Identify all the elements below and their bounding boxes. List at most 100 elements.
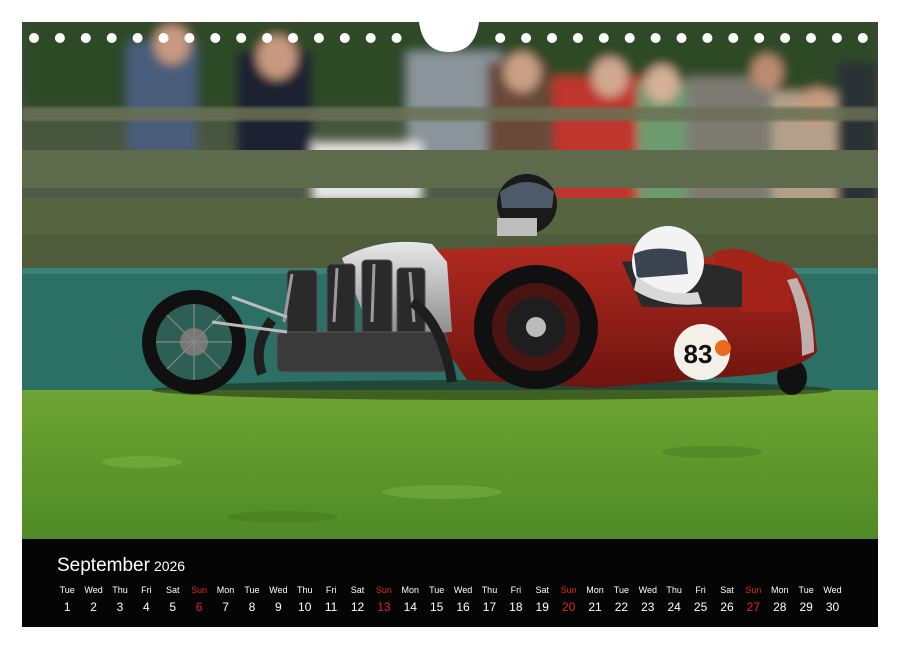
binding-hole [106, 33, 117, 43]
day-number: 21 [588, 600, 602, 614]
binding-hole [262, 33, 273, 43]
binding-hole [495, 33, 506, 43]
day-cell: Mon 14 [397, 583, 423, 623]
day-cell: Tue 29 [793, 583, 819, 623]
day-number: 6 [195, 600, 203, 614]
binding-hole [831, 33, 842, 43]
binding-hole [210, 33, 221, 43]
day-number: 2 [90, 600, 97, 614]
day-cell: Fri 18 [503, 583, 529, 623]
binding-hole [365, 33, 376, 43]
binding-hole [624, 33, 635, 43]
weekday-label: Tue [613, 585, 629, 595]
binding-hole [702, 33, 713, 43]
day-number: 4 [143, 600, 150, 614]
weekday-label: Thu [296, 585, 313, 595]
binding-hole [806, 33, 816, 43]
weekday-label: Fri [510, 585, 522, 595]
binding-hole [132, 33, 143, 43]
binding-hole [54, 33, 65, 43]
binding-hole [80, 33, 91, 43]
day-number: 18 [509, 600, 523, 614]
day-cell: Wed 23 [635, 583, 661, 623]
day-grid: Tue 1 Wed 2 Thu 3 Fri 4 Sat 5 Sun 6 Mon 7 Tue 8 Wed 9 Thu 1… [54, 583, 860, 623]
day-cell: Sun 20 [555, 583, 581, 623]
day-number: 29 [799, 600, 813, 614]
binding-hole [780, 33, 791, 43]
weekday-label: Fri [695, 585, 706, 595]
day-number: 26 [720, 600, 734, 614]
day-number: 7 [222, 600, 229, 614]
day-cell: Sun 27 [740, 583, 766, 623]
day-number: 27 [746, 600, 761, 614]
day-cell: Mon 28 [767, 583, 793, 623]
day-cell: Sat 26 [714, 583, 740, 623]
hanger-notch [419, 22, 479, 52]
binding-hole [572, 33, 583, 43]
day-cell: Tue 1 [54, 583, 80, 623]
race-car-photo: 83 [22, 22, 878, 539]
binding-hole [857, 33, 868, 43]
day-number: 23 [641, 600, 655, 614]
day-number: 22 [614, 600, 629, 614]
day-cell: Sat 5 [160, 583, 186, 623]
day-number: 16 [456, 600, 470, 614]
day-cell: Thu 17 [476, 583, 502, 623]
day-number: 28 [773, 600, 787, 614]
weekday-label: Tue [798, 585, 814, 595]
day-number: 15 [429, 600, 444, 614]
day-number: 11 [324, 600, 338, 614]
binding-hole [676, 33, 687, 43]
binding-hole [547, 33, 557, 43]
weekday-label: Mon [586, 585, 604, 595]
day-cell: Sun 6 [186, 583, 212, 623]
weekday-label: Thu [666, 585, 682, 595]
day-number: 9 [274, 600, 282, 614]
day-cell: Wed 30 [819, 583, 845, 623]
weekday-label: Thu [112, 585, 128, 595]
day-number: 8 [248, 600, 256, 614]
day-cell: Thu 10 [292, 583, 318, 623]
day-cell: Thu 24 [661, 583, 687, 623]
binding-hole [288, 33, 298, 43]
day-cell: Mon 7 [212, 583, 238, 623]
binding-hole [728, 33, 739, 43]
day-cell: Thu 3 [107, 583, 133, 623]
binding-hole [598, 33, 609, 43]
binding-hole [521, 33, 532, 43]
day-number: 1 [63, 600, 71, 614]
day-cell: Mon 21 [582, 583, 608, 623]
calendar-page: 83 September 2026 Tue 1 Wed 2 Thu 3 Fri … [0, 0, 899, 648]
calendar-strip: September 2026 Tue 1 Wed 2 Thu 3 Fri 4 Sat 5 Sun 6 Mo… [22, 539, 878, 627]
weekday-label: Wed [638, 585, 657, 595]
weekday-label: Wed [823, 585, 842, 595]
weekday-label: Wed [84, 585, 103, 595]
year-label: 2026 [153, 558, 186, 574]
weekday-label: Sun [560, 585, 577, 595]
day-number: 24 [667, 600, 681, 614]
binding-hole [339, 33, 350, 43]
weekday-label: Sun [375, 585, 392, 595]
binding-hole [29, 33, 39, 43]
day-cell: Sun 13 [371, 583, 397, 623]
binding-hole [391, 33, 402, 43]
day-cell: Fri 4 [133, 583, 159, 623]
day-number: 3 [116, 600, 124, 614]
day-cell: Wed 9 [265, 583, 291, 623]
day-cell: Sat 19 [529, 583, 555, 623]
day-cell: Wed 16 [450, 583, 476, 623]
day-number: 25 [693, 600, 708, 614]
binding-hole [313, 33, 324, 43]
day-number: 5 [169, 600, 177, 614]
day-cell: Fri 25 [687, 583, 713, 623]
day-cell: Sat 12 [344, 583, 370, 623]
weekday-label: Sun [191, 585, 208, 595]
day-number: 19 [535, 600, 549, 614]
day-number: 17 [482, 600, 497, 614]
day-number: 13 [377, 600, 391, 614]
weekday-label: Fri [141, 585, 152, 595]
month-title: September 2026 [57, 555, 185, 577]
weekday-label: Mon [401, 585, 420, 595]
day-cell: Wed 2 [80, 583, 106, 623]
binding-hole [650, 33, 661, 43]
